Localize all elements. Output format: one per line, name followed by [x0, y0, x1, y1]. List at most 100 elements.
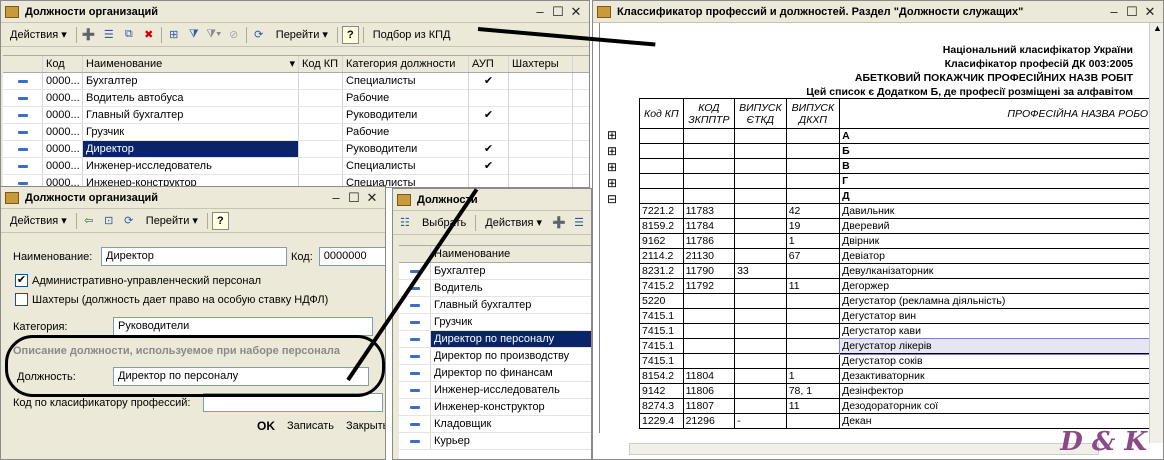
- classifier-row[interactable]: 9162 11786 1 Двірник: [639, 233, 1163, 249]
- table-row[interactable]: 0000... Главный бухгалтер Руководители ✔: [3, 107, 589, 124]
- classifier-row[interactable]: 7415.1 Дегустатор кави: [639, 323, 1163, 339]
- aup-checkbox[interactable]: ✔: [15, 274, 28, 287]
- table-row[interactable]: 0000... Водитель автобуса Рабочие: [3, 90, 589, 107]
- delete-icon[interactable]: ✖: [141, 27, 157, 43]
- refresh-icon[interactable]: ⟳: [121, 213, 137, 229]
- kp-code-label: Код по класификатору профессий:: [13, 396, 191, 409]
- header-code[interactable]: Код: [43, 56, 83, 72]
- classifier-row[interactable]: 7415.1 Дегустатор лікерів: [639, 337, 1163, 355]
- name-input[interactable]: Директор: [101, 247, 287, 266]
- cell-kp-code: [299, 141, 343, 157]
- classifier-row[interactable]: 7415.1 Дегустатор вин: [639, 308, 1163, 324]
- header-miners[interactable]: Шахтеры: [509, 56, 573, 72]
- toolbar: Действия ▾ ⇦ ⊡ ⟳ Перейти ▾ ?: [1, 209, 385, 233]
- minimize-icon[interactable]: –: [327, 190, 345, 205]
- header-name[interactable]: Наименование ▾: [83, 56, 299, 72]
- clear-filter-icon[interactable]: ⊘: [226, 27, 242, 43]
- window-title: Должности организаций: [25, 191, 159, 204]
- actions-menu-button[interactable]: Действия ▾: [5, 211, 72, 230]
- letter-row[interactable]: Д: [639, 188, 1163, 204]
- letter-row[interactable]: В: [639, 158, 1163, 174]
- minimize-icon[interactable]: –: [1105, 4, 1123, 19]
- classifier-row[interactable]: 9142 11806 78, 1 Дезінфектор: [639, 383, 1163, 399]
- maximize-icon[interactable]: ☐: [549, 4, 567, 20]
- classifier-row[interactable]: 7221.2 11783 42 Давильник: [639, 203, 1163, 219]
- goto-menu-button[interactable]: Перейти ▾: [271, 25, 333, 44]
- collapse-icon[interactable]: ⊟: [607, 193, 617, 205]
- expand-icon[interactable]: ⊞: [607, 177, 617, 189]
- maximize-icon[interactable]: ☐: [1123, 4, 1141, 20]
- ok-button[interactable]: OK: [257, 419, 275, 433]
- list-item[interactable]: Грузчик: [399, 314, 591, 331]
- list-item[interactable]: Директор по производству: [399, 348, 591, 365]
- cell-dkhp: 1: [785, 368, 841, 384]
- list-item[interactable]: Кладовщик: [399, 416, 591, 433]
- save-button[interactable]: Записать: [287, 420, 334, 432]
- classifier-row[interactable]: 8159.2 11784 19 Дверевий: [639, 218, 1163, 234]
- letter-row[interactable]: А: [639, 128, 1163, 144]
- list-item-label: Инженер-конструктор: [431, 399, 591, 415]
- list-item[interactable]: Бухгалтер: [399, 263, 591, 280]
- list-item[interactable]: Водитель: [399, 280, 591, 297]
- letter-row[interactable]: Г: [639, 173, 1163, 189]
- hierarchy-icon[interactable]: ⊞: [166, 27, 182, 43]
- miners-checkbox[interactable]: [15, 293, 28, 306]
- back-arrow-icon[interactable]: ⇦: [81, 213, 97, 229]
- letter-row[interactable]: Б: [639, 143, 1163, 159]
- list-item[interactable]: Главный бухгалтер: [399, 297, 591, 314]
- list-item[interactable]: Директор по финансам: [399, 365, 591, 382]
- horizontal-scrollbar[interactable]: [629, 443, 1099, 455]
- list-item[interactable]: Инженер-конструктор: [399, 399, 591, 416]
- header-kp-code[interactable]: Код КП: [299, 56, 343, 72]
- header-aup[interactable]: АУП: [469, 56, 509, 72]
- structure-icon[interactable]: ⊡: [101, 213, 117, 229]
- classifier-row[interactable]: 8274.3 11807 11 Дезодораторник сої: [639, 398, 1163, 414]
- classifier-row[interactable]: 2114.2 21130 67 Девіатор: [639, 248, 1163, 264]
- cell-kp-code: 7415.1: [639, 308, 684, 324]
- table-row[interactable]: 0000... Бухгалтер Специалисты ✔: [3, 73, 589, 90]
- element-icon: [409, 337, 420, 341]
- expand-icon[interactable]: ⊞: [607, 145, 617, 157]
- scroll-up-icon[interactable]: ▲: [1150, 23, 1163, 39]
- goto-menu-button[interactable]: Перейти ▾: [141, 211, 203, 230]
- help-button[interactable]: ?: [211, 211, 229, 230]
- add-icon[interactable]: ➕: [81, 27, 97, 43]
- add-group-icon[interactable]: ☰: [571, 215, 587, 231]
- row-icon: [3, 107, 43, 123]
- close-button[interactable]: Закрыть: [346, 420, 385, 432]
- copy-icon[interactable]: ⧉: [121, 27, 137, 43]
- list-item[interactable]: Инженер-исследователь: [399, 382, 591, 399]
- expand-icon[interactable]: ⊞: [607, 161, 617, 173]
- code-input[interactable]: 0000000: [318, 247, 385, 266]
- add-group-icon[interactable]: ☰: [101, 27, 117, 43]
- close-icon[interactable]: ✕: [567, 4, 585, 20]
- filter-dropdown-icon[interactable]: ⧩▾: [206, 27, 222, 43]
- table-row[interactable]: 0000... Грузчик Рабочие: [3, 124, 589, 141]
- close-icon[interactable]: ✕: [1141, 4, 1159, 20]
- select-button[interactable]: Выбрать: [417, 214, 471, 232]
- header-name[interactable]: Наименование: [431, 246, 591, 262]
- classifier-row[interactable]: 7415.1 Дегустатор соків: [639, 353, 1163, 369]
- table-row[interactable]: 0000... Директор Руководители ✔: [3, 141, 589, 158]
- category-input[interactable]: Руководители: [113, 317, 373, 336]
- actions-menu-button[interactable]: Действия ▾: [480, 213, 547, 232]
- kpd-select-button[interactable]: Подбор из КПД: [368, 26, 456, 44]
- close-icon[interactable]: ✕: [363, 190, 381, 206]
- actions-menu-button[interactable]: Действия ▾: [5, 25, 72, 44]
- filter-icon[interactable]: ⧩: [186, 27, 202, 43]
- classifier-row[interactable]: 8231.2 11790 33 Девулканізаторник: [639, 263, 1163, 279]
- expand-icon[interactable]: ⊞: [607, 129, 617, 141]
- classifier-row[interactable]: 8154.2 11804 1 Дезактиваторник: [639, 368, 1163, 384]
- list-item[interactable]: Директор по персоналу: [399, 331, 591, 348]
- minimize-icon[interactable]: –: [531, 4, 549, 19]
- add-icon[interactable]: ➕: [551, 215, 567, 231]
- table-row[interactable]: 0000... Инженер-исследователь Специалисты ✔: [3, 158, 589, 175]
- classifier-row[interactable]: 5220 Дегустатор (рекламна діяльність): [639, 293, 1163, 309]
- vertical-scrollbar[interactable]: ▲: [1149, 23, 1163, 443]
- refresh-icon[interactable]: ⟳: [251, 27, 267, 43]
- list-item[interactable]: Курьер: [399, 433, 591, 450]
- help-button[interactable]: ?: [341, 25, 359, 44]
- maximize-icon[interactable]: ☐: [345, 190, 363, 206]
- classifier-row[interactable]: 7415.2 11792 11 Дегоржер: [639, 278, 1163, 294]
- header-category[interactable]: Категория должности: [343, 56, 469, 72]
